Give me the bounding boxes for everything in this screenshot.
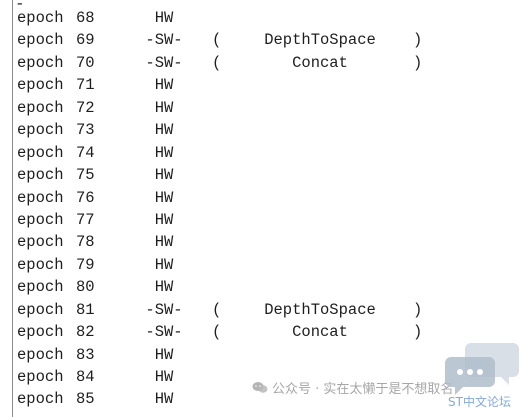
open-paren: ( xyxy=(212,31,222,50)
epoch-label: epoch xyxy=(17,188,64,207)
epoch-number: 74 xyxy=(76,143,95,162)
operator-name: DepthToSpace xyxy=(264,31,376,50)
epoch-label: epoch xyxy=(17,121,64,140)
epoch-number: 77 xyxy=(76,210,95,229)
execution-mode: -SW- xyxy=(145,53,183,72)
log-row: epoch 77 HW xyxy=(0,209,527,231)
epoch-number: 75 xyxy=(76,166,95,185)
log-row: epoch 72 HW xyxy=(0,97,527,119)
epoch-number: 79 xyxy=(76,255,95,274)
epoch-label: epoch xyxy=(17,53,64,72)
st-forum-label: ST中文论坛 xyxy=(448,395,511,409)
close-paren: ) xyxy=(413,300,423,319)
open-paren: ( xyxy=(212,53,222,72)
execution-mode: HW xyxy=(154,121,174,140)
log-row: epoch 69 -SW- ( DepthToSpace) xyxy=(0,29,527,51)
operator-name: Concat xyxy=(292,53,348,72)
log-row: epoch 68 HW xyxy=(0,7,527,29)
epoch-label: epoch xyxy=(17,278,64,297)
wechat-icon xyxy=(252,382,268,393)
execution-mode: HW xyxy=(154,188,174,207)
close-paren: ) xyxy=(413,323,423,342)
log-row: epoch 71 HW xyxy=(0,74,527,96)
close-paren: ) xyxy=(413,53,423,72)
epoch-label: epoch xyxy=(17,255,64,274)
epoch-label: epoch xyxy=(17,9,64,27)
epoch-number: 76 xyxy=(76,188,95,207)
log-row: epoch 81 -SW- ( DepthToSpace) xyxy=(0,299,527,321)
epoch-number: 80 xyxy=(76,278,95,297)
epoch-number: 70 xyxy=(76,53,95,72)
epoch-number: 69 xyxy=(76,31,95,50)
epoch-number: 84 xyxy=(76,368,95,386)
execution-mode: HW xyxy=(154,166,174,185)
epoch-number: 71 xyxy=(76,76,95,95)
execution-mode: HW xyxy=(154,368,174,386)
execution-mode: HW xyxy=(154,233,174,252)
log-row: epoch 70 -SW- ( Concat) xyxy=(0,52,527,74)
terminal-log-view: - epoch 68 HW epoch 69 -SW-(DepthToSpace) epoc… xyxy=(0,0,527,417)
operator-name: DepthToSpace xyxy=(264,300,376,319)
execution-mode: HW xyxy=(154,9,174,27)
execution-mode: HW xyxy=(154,278,174,297)
execution-mode: -SW- xyxy=(145,323,183,342)
watermark-text: 公众号 · 实在太懒于是不想取名 xyxy=(272,382,454,397)
epoch-number: 73 xyxy=(76,121,95,140)
chat-bubble-icon xyxy=(445,343,519,395)
epoch-number: 81 xyxy=(76,300,95,319)
epoch-label: epoch xyxy=(17,98,64,117)
epoch-number: 68 xyxy=(76,9,95,27)
execution-mode: HW xyxy=(154,255,174,274)
epoch-label: epoch xyxy=(17,390,64,409)
epoch-number: 78 xyxy=(76,233,95,252)
execution-mode: HW xyxy=(154,390,174,409)
epoch-label: epoch xyxy=(17,368,64,386)
epoch-label: epoch xyxy=(17,76,64,95)
epoch-number: 82 xyxy=(76,323,95,342)
execution-mode: HW xyxy=(154,143,174,162)
execution-mode: HW xyxy=(154,210,174,229)
epoch-number: 83 xyxy=(76,345,95,364)
epoch-label: epoch xyxy=(17,143,64,162)
epoch-number: 72 xyxy=(76,98,95,117)
epoch-label: epoch xyxy=(17,323,64,342)
epoch-label: epoch xyxy=(17,210,64,229)
log-row: epoch 76 HW xyxy=(0,187,527,209)
epoch-label: epoch xyxy=(17,233,64,252)
log-row: epoch 75 HW xyxy=(0,164,527,186)
execution-mode: HW xyxy=(154,345,174,364)
watermark: 公众号 · 实在太懒于是不想取名 xyxy=(252,378,453,397)
epoch-label: epoch xyxy=(17,300,64,319)
epoch-number: 85 xyxy=(76,390,95,409)
log-row: epoch 73 HW xyxy=(0,119,527,141)
execution-mode: HW xyxy=(154,98,174,117)
operator-name: Concat xyxy=(292,323,348,342)
close-paren: ) xyxy=(413,31,423,50)
execution-mode: HW xyxy=(154,76,174,95)
log-row: epoch 74 HW xyxy=(0,142,527,164)
open-paren: ( xyxy=(212,300,222,319)
epoch-label: epoch xyxy=(17,31,64,50)
log-row: epoch 78 HW xyxy=(0,231,527,253)
log-row: epoch 80 HW xyxy=(0,276,527,298)
epoch-label: epoch xyxy=(17,345,64,364)
execution-mode: -SW- xyxy=(145,31,183,50)
execution-mode: -SW- xyxy=(145,300,183,319)
epoch-label: epoch xyxy=(17,166,64,185)
open-paren: ( xyxy=(212,323,222,342)
log-row: epoch 79 HW xyxy=(0,254,527,276)
